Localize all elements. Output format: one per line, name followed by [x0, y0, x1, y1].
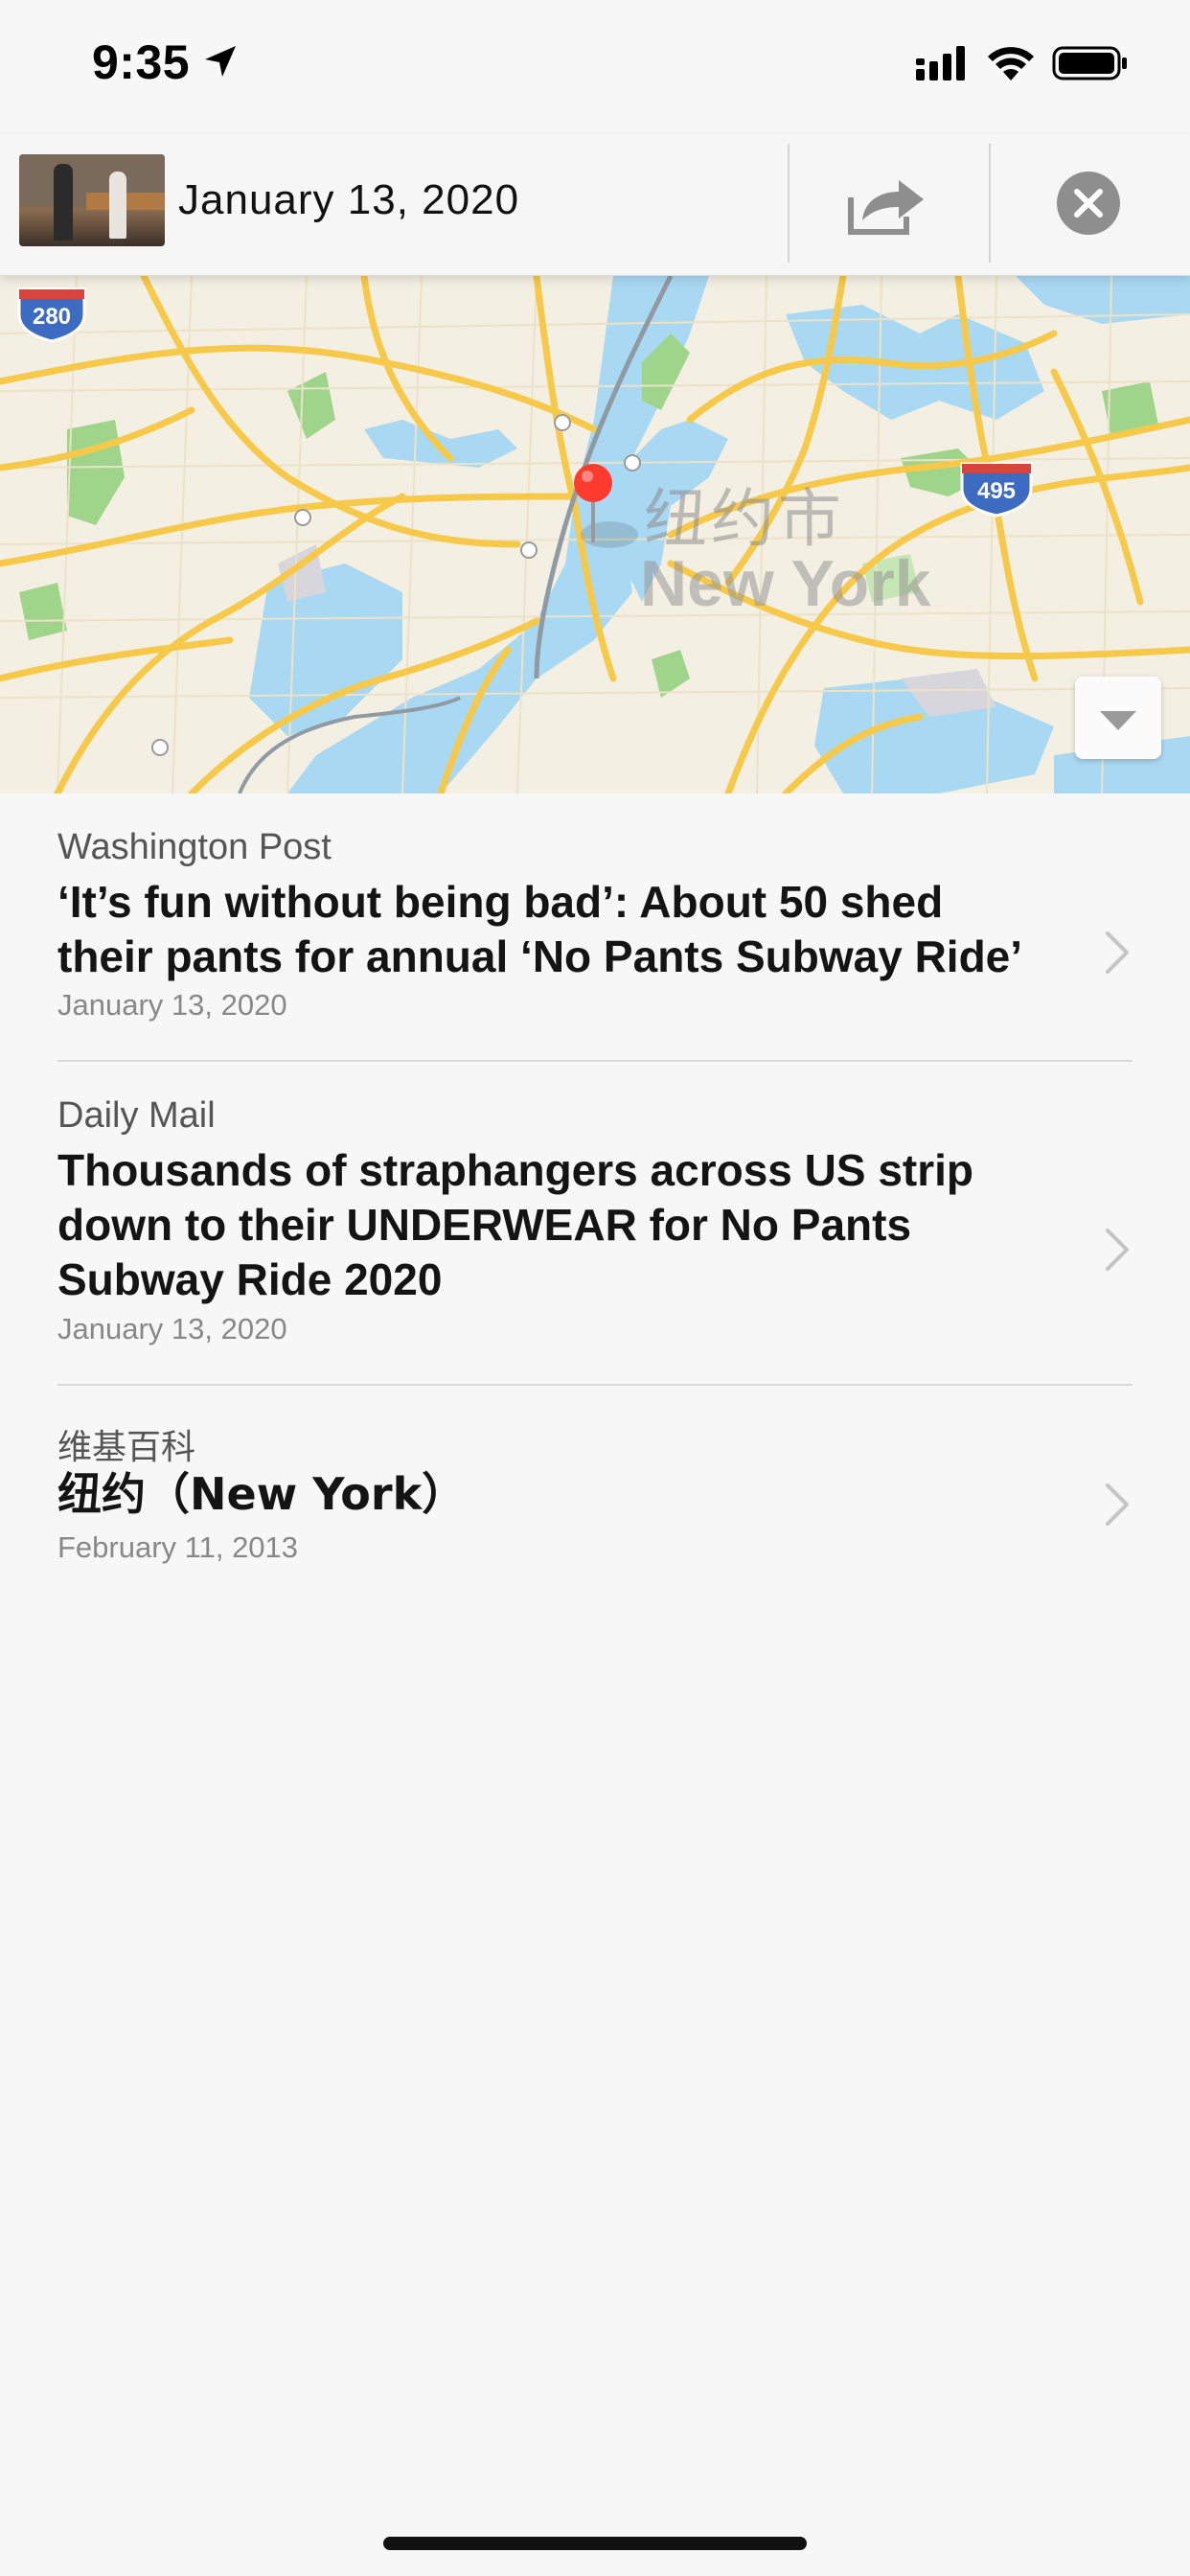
photo-thumbnail[interactable] [19, 154, 165, 246]
header-date-title: January 13, 2020 [178, 176, 520, 223]
chevron-right-icon [1106, 1229, 1129, 1271]
cellular-signal-icon [916, 46, 965, 80]
article-headline-line: Subway Ride 2020 [57, 1254, 443, 1304]
article-headline-line: Thousands of straphangers across US stri… [57, 1145, 974, 1195]
article-headline-line: their pants for annual ‘No Pants Subway … [57, 932, 1023, 981]
status-time: 9:35 [92, 35, 191, 89]
close-icon[interactable] [1055, 170, 1122, 237]
article-headline-line: 纽约（New York） [57, 1468, 467, 1520]
article-date: February 11, 2013 [57, 1530, 299, 1564]
detail-header: January 13, 2020 [0, 134, 1190, 276]
list-item[interactable]: Daily Mail Thousands of straphangers acr… [0, 1062, 1190, 1386]
map-collapse-button[interactable] [1075, 677, 1161, 759]
chevron-right-icon [1106, 932, 1129, 974]
article-headline-line: ‘It’s fun without being bad’: About 50 s… [57, 877, 944, 927]
battery-icon [1052, 46, 1127, 80]
article-date: January 13, 2020 [57, 988, 287, 1022]
highway-number-495: 495 [976, 478, 1017, 504]
header-divider [989, 144, 991, 263]
chevron-right-icon [1106, 1484, 1129, 1526]
share-icon[interactable] [843, 171, 929, 240]
chevron-down-icon [1100, 711, 1136, 730]
map-city-label-en: New York [640, 547, 931, 620]
article-headline: Thousands of straphangers across US stri… [57, 1143, 1054, 1307]
header-divider [788, 144, 790, 263]
status-bar: 9:35 [0, 0, 1190, 134]
article-date: January 13, 2020 [57, 1312, 287, 1346]
article-source: Daily Mail [57, 1095, 216, 1136]
location-arrow-icon [205, 46, 236, 77]
article-headline: 纽约（New York） [57, 1467, 1054, 1522]
highway-number-280: 280 [32, 304, 72, 330]
article-headline-line: down to their UNDERWEAR for No Pants [57, 1200, 912, 1250]
wifi-icon [988, 47, 1034, 80]
map-graphics [0, 276, 1190, 794]
home-indicator[interactable] [383, 2537, 807, 2550]
article-source: 维基百科 [57, 1428, 196, 1467]
map-view[interactable]: 280 495 纽约市 New York [0, 276, 1190, 794]
article-headline: ‘It’s fun without being bad’: About 50 s… [57, 875, 1054, 984]
list-item[interactable]: 维基百科 纽约（New York） February 11, 2013 [0, 1386, 1190, 1577]
article-source: Washington Post [57, 827, 332, 867]
list-item[interactable]: Washington Post ‘It’s fun without being … [0, 794, 1190, 1062]
